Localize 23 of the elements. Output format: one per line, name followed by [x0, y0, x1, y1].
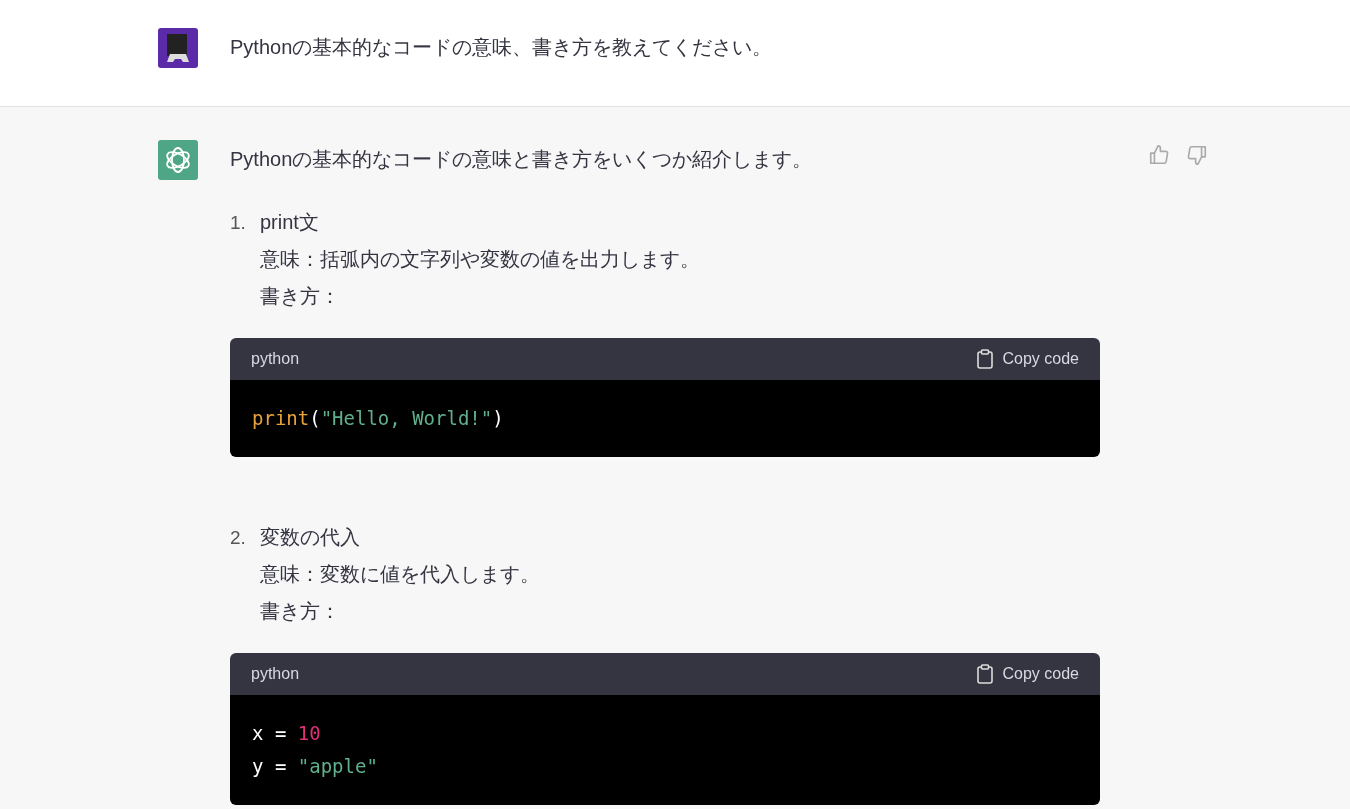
- copy-code-button[interactable]: Copy code: [976, 349, 1079, 369]
- clipboard-icon: [976, 349, 993, 369]
- user-message: Pythonの基本的なコードの意味、書き方を教えてください。: [230, 35, 773, 60]
- item-text: 意味：変数に値を代入します。: [259, 562, 541, 587]
- assistant-logo-icon: [158, 140, 198, 180]
- code-language: python: [251, 665, 300, 683]
- code-line: x = 10: [252, 721, 322, 746]
- item-text: 意味：括弧内の文字列や変数の値を出力します。: [259, 247, 701, 272]
- item-text: 書き方：: [259, 599, 341, 624]
- copy-code-button[interactable]: Copy code: [976, 664, 1079, 684]
- list-number: 1.: [230, 211, 247, 235]
- item-title: 変数の代入: [260, 525, 360, 550]
- user-avatar-icon: [158, 28, 198, 68]
- code-language: python: [251, 350, 300, 368]
- list-number: 2.: [230, 526, 247, 550]
- thumbs-down-icon[interactable]: [1186, 144, 1208, 166]
- assistant-intro: Pythonの基本的なコードの意味と書き方をいくつか紹介します。: [230, 147, 814, 172]
- item-text: 書き方：: [259, 284, 341, 309]
- clipboard-icon: [976, 664, 993, 684]
- item-title: print文: [260, 210, 319, 235]
- code-line: y = "apple": [252, 754, 379, 779]
- code-line: print("Hello, World!"): [252, 406, 505, 431]
- thumbs-up-icon[interactable]: [1148, 144, 1170, 166]
